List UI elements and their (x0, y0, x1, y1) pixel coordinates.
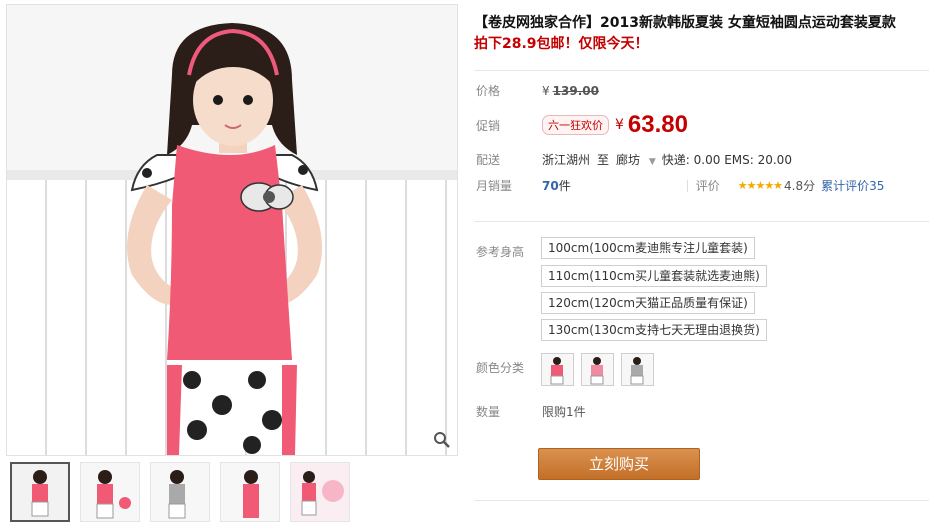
height-option-120[interactable]: 120cm(120cm天猫正品质量有保证) (541, 292, 755, 314)
ship-destination: 廊坊 (616, 153, 641, 167)
buy-now-button[interactable]: 立刻购买 (538, 448, 700, 480)
sales-unit: 件 (558, 179, 571, 193)
price-label: 价格 (476, 84, 501, 98)
thumbnail-4[interactable] (220, 462, 280, 522)
rating-score: 4.8分 (784, 179, 816, 193)
promo-text: 拍下28.9包邮！仅限今天！ (474, 36, 649, 52)
ship-destination-select[interactable]: 廊坊 ▼ (616, 151, 662, 168)
main-product-image[interactable] (6, 4, 458, 456)
color-option-gray[interactable] (621, 353, 654, 386)
sale-row: 促销 六一狂欢价 ¥ 63.80 (476, 111, 688, 139)
height-label: 参考身高 (476, 245, 525, 259)
color-row: 颜色分类 (476, 359, 542, 376)
thumbnail-2[interactable] (80, 462, 140, 522)
color-label: 颜色分类 (476, 361, 525, 375)
divider (474, 221, 929, 222)
sale-label: 促销 (476, 118, 501, 133)
product-header: 【卷皮网独家合作】2013新款韩版夏装 女童短袖圆点运动套装夏款 拍下28.9包… (474, 14, 930, 53)
thumbnail-3[interactable] (150, 462, 210, 522)
zoom-icon[interactable] (433, 431, 451, 449)
thumbnail-1[interactable] (10, 462, 70, 522)
original-price: 139.00 (552, 83, 599, 98)
sale-currency: ¥ (615, 117, 624, 133)
color-option-pink[interactable] (541, 353, 574, 386)
vertical-divider (686, 179, 688, 192)
price-row: 价格 ¥ 139.00 (476, 82, 599, 99)
quantity-limit: 限购1件 (542, 405, 586, 419)
divider (474, 500, 929, 501)
height-option-130[interactable]: 130cm(130cm支持七天无理由退换货) (541, 319, 767, 341)
girl-model-illustration (127, 23, 322, 455)
ship-from: 浙江湖州 (542, 153, 591, 167)
dropdown-arrow-icon: ▼ (648, 157, 656, 167)
quantity-label: 数量 (476, 405, 501, 419)
product-title: 【卷皮网独家合作】2013新款韩版夏装 女童短袖圆点运动套装夏款 (474, 15, 896, 31)
sales-row: 月销量 70 件 评价 ★★★★★ 4.8分 累计评价35 (476, 177, 884, 194)
ship-to-word: 至 (597, 153, 610, 167)
divider (474, 70, 929, 71)
price-currency: ¥ (542, 83, 550, 98)
shipping-row: 配送 浙江湖州 至 廊坊 ▼ 快递: 0.00 EMS: 20.00 (476, 151, 792, 168)
review-label: 评价 (695, 179, 720, 193)
height-option-100[interactable]: 100cm(100cm麦迪熊专注儿童套装) (541, 237, 755, 259)
sale-badge: 六一狂欢价 (542, 115, 609, 135)
thumbnail-5[interactable] (290, 462, 350, 522)
quantity-row: 数量 限购1件 (476, 403, 586, 420)
height-option-110[interactable]: 110cm(110cm买儿童套装就选麦迪熊) (541, 265, 767, 287)
color-option-pink-2[interactable] (581, 353, 614, 386)
shipping-label: 配送 (476, 153, 501, 167)
star-rating-icon: ★★★★★ (737, 179, 783, 192)
total-reviews-link[interactable]: 累计评价35 (821, 177, 884, 194)
shipping-fees: 快递: 0.00 EMS: 20.00 (661, 153, 792, 167)
height-row: 参考身高 (476, 243, 542, 260)
thumbnail-strip (10, 462, 350, 522)
sales-label: 月销量 (476, 179, 513, 193)
sale-price: 63.80 (627, 111, 688, 138)
sales-count: 70 (542, 178, 559, 193)
